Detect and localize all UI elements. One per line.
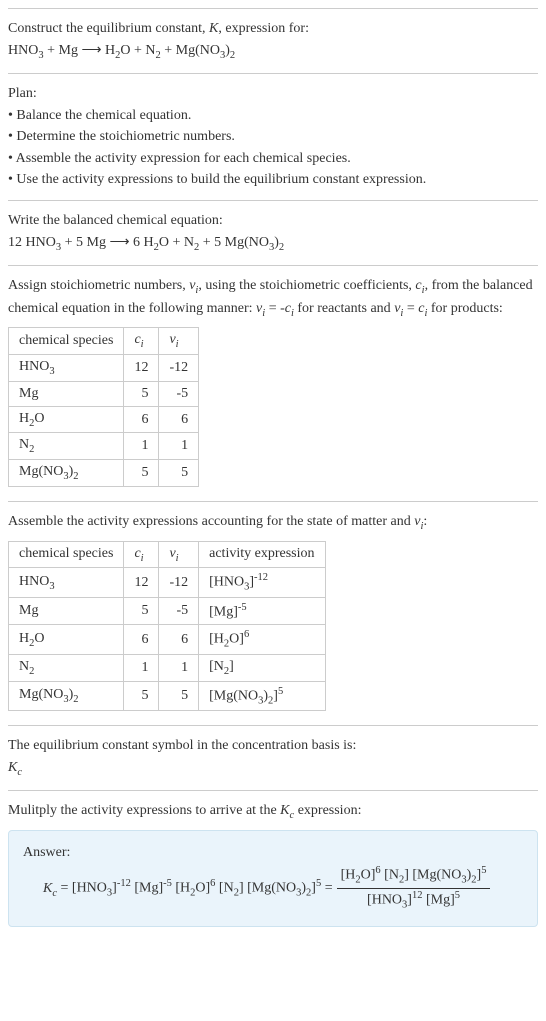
answer-numerator: [H2O]6 [N2] [Mg(NO3)2]5 [337,864,491,889]
table-row: Mg5-5[Mg]-5 [9,597,326,625]
intro-section: Construct the equilibrium constant, K, e… [8,8,538,73]
species-cell: Mg(NO3)2 [9,460,124,487]
intro-equation: HNO3 + Mg ⟶ H2O + N2 + Mg(NO3)2 [8,41,538,63]
table-header: ci [124,328,159,355]
c-cell: 5 [124,681,159,710]
plan-bullet: • Use the activity expressions to build … [8,170,538,190]
answer-denominator: [HNO3]12 [Mg]5 [337,889,491,913]
table-header: νi [159,328,199,355]
table-row: Mg(NO3)255[Mg(NO3)2]5 [9,681,326,710]
expr-cell: [Mg(NO3)2]5 [199,681,325,710]
species-cell: N2 [9,654,124,681]
text-fragment: for reactants and [294,301,394,316]
stoich-table: chemical species ci νi HNO312-12 Mg5-5 H… [8,327,199,487]
c-cell: 12 [124,568,159,597]
v-cell: -5 [159,597,199,625]
stoich-section: Assign stoichiometric numbers, νi , using… [8,265,538,501]
table-header: activity expression [199,541,325,568]
c-cell: 5 [124,460,159,487]
stoich-heading: Assign stoichiometric numbers, νi, using… [8,276,538,321]
balanced-section: Write the balanced chemical equation: 12… [8,200,538,265]
table-header: ci [124,541,159,568]
v-cell: 5 [159,460,199,487]
symbol-line2: Kc [8,758,538,780]
species-cell: H2O [9,625,124,654]
table-header-row: chemical species ci νi activity expressi… [9,541,326,568]
balanced-equation: 12 HNO3 + 5 Mg ⟶ 6 H2O + N2 + 5 Mg(NO3)2 [8,233,538,255]
table-header: chemical species [9,328,124,355]
activity-table: chemical species ci νi activity expressi… [8,541,326,712]
table-row: N211 [9,433,199,460]
species-cell: Mg [9,597,124,625]
plan-bullet: • Determine the stoichiometric numbers. [8,127,538,147]
symbol-section: The equilibrium constant symbol in the c… [8,725,538,790]
answer-expression: Kc = [HNO3]-12 [Mg]-5 [H2O]6 [N2] [Mg(NO… [43,864,523,913]
table-row: HNO312-12[HNO3]-12 [9,568,326,597]
species-cell: HNO3 [9,354,124,381]
species-cell: H2O [9,406,124,433]
table-header: νi [159,541,199,568]
plan-bullet: • Assemble the activity expression for e… [8,149,538,169]
table-row: H2O66 [9,406,199,433]
multiply-section: Mulitply the activity expressions to arr… [8,790,538,934]
plan-heading: Plan: [8,84,538,104]
answer-fraction: [H2O]6 [N2] [Mg(NO3)2]5 [HNO3]12 [Mg]5 [337,864,491,913]
c-cell: 1 [124,654,159,681]
text-fragment: for products: [427,301,502,316]
expr-cell: [HNO3]-12 [199,568,325,597]
expr-cell: [H2O]6 [199,625,325,654]
species-cell: Mg [9,381,124,406]
c-cell: 1 [124,433,159,460]
multiply-heading: Mulitply the activity expressions to arr… [8,801,538,823]
answer-left: Kc = [HNO3]-12 [Mg]-5 [H2O]6 [N2] [Mg(NO… [43,877,333,901]
table-header-row: chemical species ci νi [9,328,199,355]
plan-section: Plan: • Balance the chemical equation. •… [8,73,538,200]
text-fragment: , using the stoichiometric coefficients, [198,278,415,293]
activity-heading: Assemble the activity expressions accoun… [8,512,538,534]
expr-cell: [Mg]-5 [199,597,325,625]
c-cell: 6 [124,406,159,433]
intro-prompt: Construct the equilibrium constant, K, e… [8,19,538,39]
c-cell: 6 [124,625,159,654]
species-cell: Mg(NO3)2 [9,681,124,710]
text-fragment: Assign stoichiometric numbers, [8,278,189,293]
activity-section: Assemble the activity expressions accoun… [8,501,538,725]
table-row: Mg5-5 [9,381,199,406]
plan-bullet: • Balance the chemical equation. [8,106,538,126]
v-cell: 6 [159,406,199,433]
intro-prompt-text: Construct the equilibrium constant, K, e… [8,21,309,36]
balanced-heading: Write the balanced chemical equation: [8,211,538,231]
v-cell: -12 [159,354,199,381]
v-cell: 1 [159,654,199,681]
v-cell: 6 [159,625,199,654]
answer-box: Answer: Kc = [HNO3]-12 [Mg]-5 [H2O]6 [N2… [8,830,538,927]
answer-label: Answer: [23,843,523,863]
symbol-line1: The equilibrium constant symbol in the c… [8,736,538,756]
v-cell: -12 [159,568,199,597]
c-cell: 5 [124,597,159,625]
table-row: Mg(NO3)255 [9,460,199,487]
species-cell: HNO3 [9,568,124,597]
v-cell: 1 [159,433,199,460]
table-row: HNO312-12 [9,354,199,381]
v-cell: -5 [159,381,199,406]
table-row: N211[N2] [9,654,326,681]
table-row: H2O66[H2O]6 [9,625,326,654]
v-cell: 5 [159,681,199,710]
c-cell: 12 [124,354,159,381]
species-cell: N2 [9,433,124,460]
table-header: chemical species [9,541,124,568]
c-cell: 5 [124,381,159,406]
expr-cell: [N2] [199,654,325,681]
